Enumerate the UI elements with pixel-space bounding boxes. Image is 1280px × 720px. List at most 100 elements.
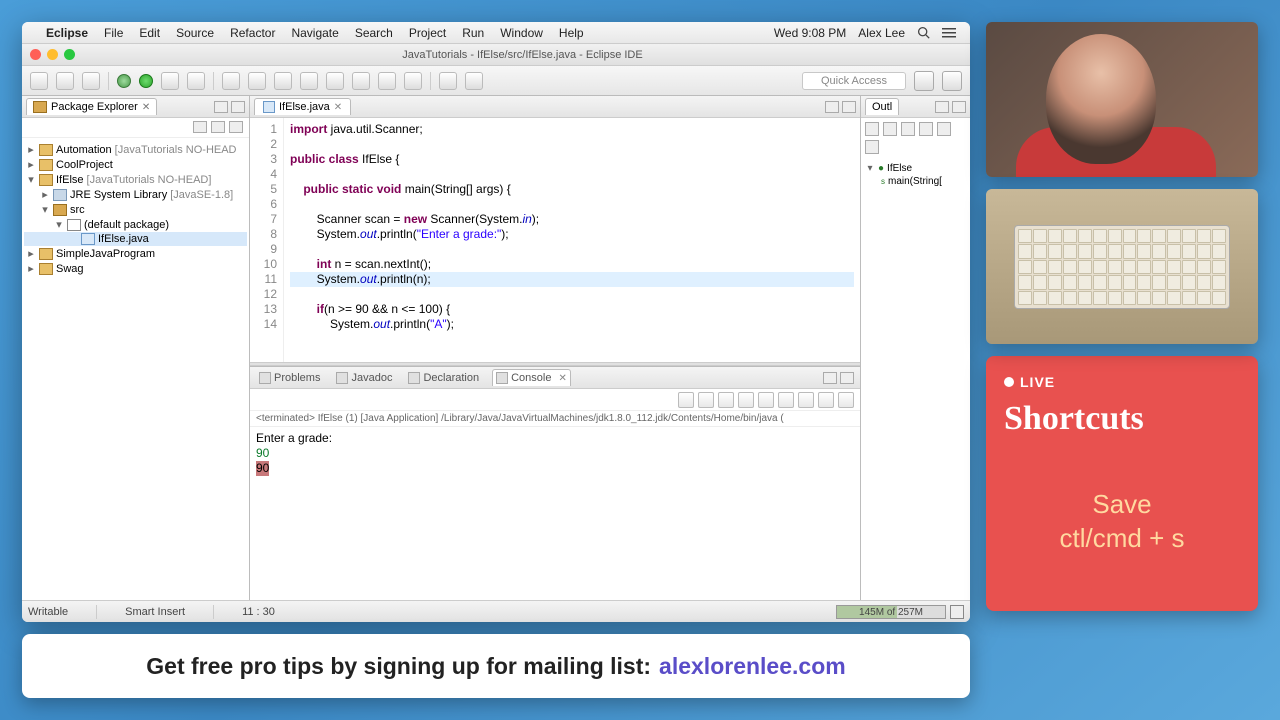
tb-misc-1-icon[interactable] [378,72,396,90]
outline-tree[interactable]: ▾●IfElse smain(String[ [861,158,970,192]
console-stop-icon[interactable] [678,392,694,408]
outline-hide-local-icon[interactable] [937,122,951,136]
console-remove-all-icon[interactable] [718,392,734,408]
menubar-time: Wed 9:08 PM [774,26,846,40]
main-toolbar: Quick Access [22,66,970,96]
annotation-icon[interactable] [352,72,370,90]
menu-source[interactable]: Source [168,26,222,40]
menu-run[interactable]: Run [454,26,492,40]
new-package-icon[interactable] [222,72,240,90]
toggle-mark-icon[interactable] [326,72,344,90]
view-menu-icon[interactable] [229,121,243,133]
maximize-bottom-icon[interactable] [840,372,854,384]
menu-navigate[interactable]: Navigate [283,26,346,40]
minimize-panel-icon[interactable] [214,101,228,113]
spotlight-icon[interactable] [917,26,930,39]
problems-tab[interactable]: Problems [256,370,323,386]
perspective-java-icon[interactable] [914,71,934,91]
outline-hide-fields-icon[interactable] [883,122,897,136]
close-console-tab-icon[interactable]: ✕ [558,373,566,384]
tb-misc-2-icon[interactable] [404,72,422,90]
tree-item[interactable]: ▸Automation [JavaTutorials NO-HEAD [24,142,247,157]
new-class-icon[interactable] [248,72,266,90]
declaration-tab[interactable]: Declaration [405,370,482,386]
save-icon[interactable] [56,72,74,90]
outline-panel: Outl ▾●IfElse smain(String[ [860,96,970,600]
menu-app[interactable]: Eclipse [38,26,96,40]
search-tb-icon[interactable] [300,72,318,90]
console-output[interactable]: Enter a grade:9090 [250,427,860,600]
maximize-editor-icon[interactable] [842,101,856,113]
maximize-outline-icon[interactable] [952,101,966,113]
new-icon[interactable] [30,72,48,90]
menu-project[interactable]: Project [401,26,454,40]
minimize-window-button[interactable] [47,49,58,60]
open-type-icon[interactable] [274,72,292,90]
console-new-icon[interactable] [838,392,854,408]
outline-label: Outl [872,101,892,113]
tree-item[interactable]: ▸JRE System Library [JavaSE-1.8] [24,187,247,202]
maximize-panel-icon[interactable] [231,101,245,113]
tree-item[interactable]: ▸Swag [24,261,247,276]
menu-file[interactable]: File [96,26,131,40]
close-window-button[interactable] [30,49,41,60]
collapse-all-icon[interactable] [193,121,207,133]
tree-item[interactable]: ▸CoolProject [24,157,247,172]
console-display-icon[interactable] [798,392,814,408]
heap-status[interactable]: 145M of 257M [836,605,946,619]
minimize-outline-icon[interactable] [935,101,949,113]
outline-hide-static-icon[interactable] [901,122,915,136]
package-tree[interactable]: ▸Automation [JavaTutorials NO-HEAD▸CoolP… [22,138,249,600]
console-clear-icon[interactable] [738,392,754,408]
nav-back-icon[interactable] [439,72,457,90]
window-titlebar: JavaTutorials - IfElse/src/IfElse.java -… [22,44,970,66]
tree-item[interactable]: IfElse.java [24,232,247,246]
shortcut-overlay: LIVE Shortcuts Save ctl/cmd + s [986,356,1258,611]
zoom-window-button[interactable] [64,49,75,60]
menubar-user: Alex Lee [858,26,905,40]
close-tab-icon[interactable]: ✕ [142,102,150,113]
menu-extras-icon[interactable] [942,27,956,39]
menu-refactor[interactable]: Refactor [222,26,283,40]
tree-item[interactable]: ▾src [24,202,247,217]
outline-focus-icon[interactable] [865,140,879,154]
banner-link[interactable]: alexlorenlee.com [659,653,846,680]
shortcut-keys: ctl/cmd + s [1004,522,1240,556]
menu-search[interactable]: Search [347,26,401,40]
console-remove-icon[interactable] [698,392,714,408]
tree-item[interactable]: ▸SimpleJavaProgram [24,246,247,261]
status-insert-mode: Smart Insert [125,606,185,618]
console-pin-icon[interactable] [778,392,794,408]
code-editor[interactable]: 1234567891011121314 import java.util.Sca… [250,118,860,362]
menu-edit[interactable]: Edit [131,26,168,40]
close-editor-tab-icon[interactable]: ✕ [334,102,342,113]
perspective-other-icon[interactable] [942,71,962,91]
link-editor-icon[interactable] [211,121,225,133]
outline-hide-nonpublic-icon[interactable] [919,122,933,136]
status-cursor-pos: 11 : 30 [242,606,275,618]
coverage-icon[interactable] [187,72,205,90]
tree-item[interactable]: ▾IfElse [JavaTutorials NO-HEAD] [24,172,247,187]
javadoc-tab[interactable]: Javadoc [333,370,395,386]
console-open-icon[interactable] [818,392,834,408]
tree-item[interactable]: ▾(default package) [24,217,247,232]
editor-tab-label: IfElse.java [279,101,330,113]
run-icon[interactable] [139,74,153,88]
menu-window[interactable]: Window [492,26,551,40]
minimize-editor-icon[interactable] [825,101,839,113]
quick-access-field[interactable]: Quick Access [802,72,906,90]
outline-tab[interactable]: Outl [865,98,899,115]
package-explorer-tab[interactable]: Package Explorer ✕ [26,98,157,115]
outline-sort-icon[interactable] [865,122,879,136]
minimize-bottom-icon[interactable] [823,372,837,384]
save-all-icon[interactable] [82,72,100,90]
nav-fwd-icon[interactable] [465,72,483,90]
status-bar: Writable Smart Insert 11 : 30 145M of 25… [22,600,970,622]
console-scroll-lock-icon[interactable] [758,392,774,408]
run-last-icon[interactable] [161,72,179,90]
console-tab[interactable]: Console✕ [492,369,571,386]
debug-icon[interactable] [117,74,131,88]
editor-tab-ifelse[interactable]: IfElse.java ✕ [254,98,351,115]
run-gc-icon[interactable] [950,605,964,619]
menu-help[interactable]: Help [551,26,592,40]
